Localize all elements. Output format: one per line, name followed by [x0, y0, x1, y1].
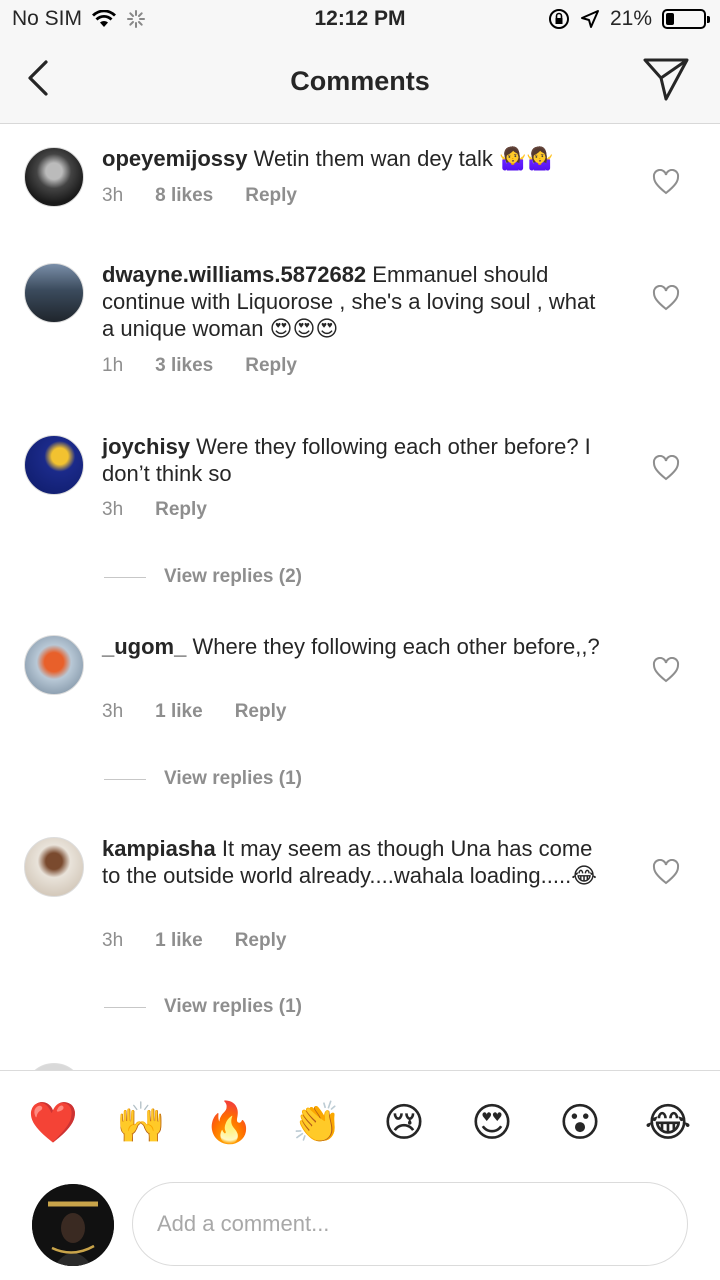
comment-time: 3h [102, 185, 124, 206]
comment-text: dwayne.williams.5872682 Emmanuel should … [102, 261, 612, 342]
comment-username[interactable]: _ugom_ [102, 634, 186, 659]
battery-level [666, 13, 674, 25]
emoji-crying-button[interactable]: 😢 [380, 1099, 428, 1147]
comment-username[interactable]: dwayne.williams.5872682 [102, 262, 366, 287]
emoji-fire-button[interactable]: 🔥 [204, 1099, 254, 1147]
avatar[interactable] [24, 837, 84, 897]
orientation-lock-icon [548, 9, 569, 29]
status-bar: No SIM 12:12 PM 21% [0, 0, 720, 40]
status-right: 21% [548, 7, 710, 31]
comment-composer [0, 1176, 720, 1280]
reply-button[interactable]: Reply [235, 701, 287, 723]
emoji-clap-button[interactable]: 👏 [292, 1099, 342, 1147]
comment-username[interactable]: kampiasha [102, 836, 216, 861]
comment-time: 3h [102, 701, 124, 722]
reply-button[interactable]: Reply [245, 185, 297, 207]
emoji-laughing-button[interactable]: 😂 [644, 1099, 692, 1147]
comment-text: opeyemijossy Wetin them wan dey talk 🤷‍♀… [102, 145, 612, 172]
nav-bar: Comments [0, 40, 720, 124]
view-replies-button[interactable]: View replies (2) [104, 566, 302, 588]
reply-button[interactable]: Reply [235, 930, 287, 952]
like-heart-icon[interactable] [652, 285, 680, 311]
avatar[interactable] [24, 147, 84, 207]
comment-meta: 3h 1 like Reply [102, 930, 286, 952]
user-avatar [32, 1184, 114, 1266]
comment-input[interactable] [132, 1182, 688, 1266]
page-title: Comments [290, 66, 430, 96]
emoji-surprised-button[interactable]: 😮 [556, 1099, 604, 1147]
comment-username[interactable]: joychisy [102, 434, 190, 459]
like-heart-icon[interactable] [652, 169, 680, 195]
divider-line [104, 778, 146, 780]
avatar-artwork [32, 1184, 114, 1266]
comment-message: Wetin them wan dey talk 🤷‍♀️🤷‍♀️ [253, 146, 554, 171]
avatar[interactable] [24, 635, 84, 695]
comment-meta: 3h 1 like Reply [102, 701, 286, 723]
like-heart-icon[interactable] [652, 657, 680, 683]
emoji-heart-eyes-button[interactable]: 😍 [468, 1099, 516, 1147]
divider-line [104, 1006, 146, 1008]
divider-line [104, 576, 146, 578]
view-replies-button[interactable]: View replies (1) [104, 996, 302, 1018]
comment-likes[interactable]: 1 like [155, 701, 203, 723]
like-heart-icon[interactable] [652, 455, 680, 481]
comment-time: 3h [102, 930, 124, 951]
comment-likes[interactable]: 1 like [155, 930, 203, 952]
avatar[interactable] [24, 435, 84, 495]
comment-likes[interactable]: 8 likes [155, 185, 213, 207]
view-replies-label: View replies (1) [164, 996, 302, 1017]
comment-time: 3h [102, 499, 124, 520]
comment-time: 1h [102, 355, 124, 376]
view-replies-label: View replies (1) [164, 768, 302, 789]
direct-message-icon[interactable] [642, 56, 690, 102]
comment-username[interactable]: opeyemijossy [102, 146, 248, 171]
view-replies-button[interactable]: View replies (1) [104, 768, 302, 790]
comment-meta: 1h 3 likes Reply [102, 355, 297, 377]
comment-text: kampiasha It may seem as though Una has … [102, 835, 612, 889]
avatar[interactable] [24, 1063, 84, 1070]
comment-text: joychisy Were they following each other … [102, 433, 612, 487]
comments-list[interactable]: opeyemijossy Wetin them wan dey talk 🤷‍♀… [0, 125, 720, 1070]
comment-meta: 3h 8 likes Reply [102, 185, 297, 207]
comment-likes[interactable]: 3 likes [155, 355, 213, 377]
reply-button[interactable]: Reply [245, 355, 297, 377]
location-arrow-icon [580, 10, 599, 28]
comment-message: Where they following each other before,,… [192, 634, 600, 659]
view-replies-label: View replies (2) [164, 566, 302, 587]
emoji-heart-button[interactable]: ❤️ [28, 1099, 78, 1147]
comment-text: _ugom_ Where they following each other b… [102, 633, 612, 660]
like-heart-icon[interactable] [652, 859, 680, 885]
reply-button[interactable]: Reply [155, 499, 207, 521]
battery-icon [662, 9, 710, 29]
emoji-raised-hands-button[interactable]: 🙌 [116, 1099, 166, 1147]
comment-meta: 3h Reply [102, 499, 207, 521]
quick-reaction-bar: ❤️ 🙌 🔥 👏 😢 😍 😮 😂 [0, 1070, 720, 1176]
battery-percent: 21% [609, 7, 652, 30]
avatar[interactable] [24, 263, 84, 323]
